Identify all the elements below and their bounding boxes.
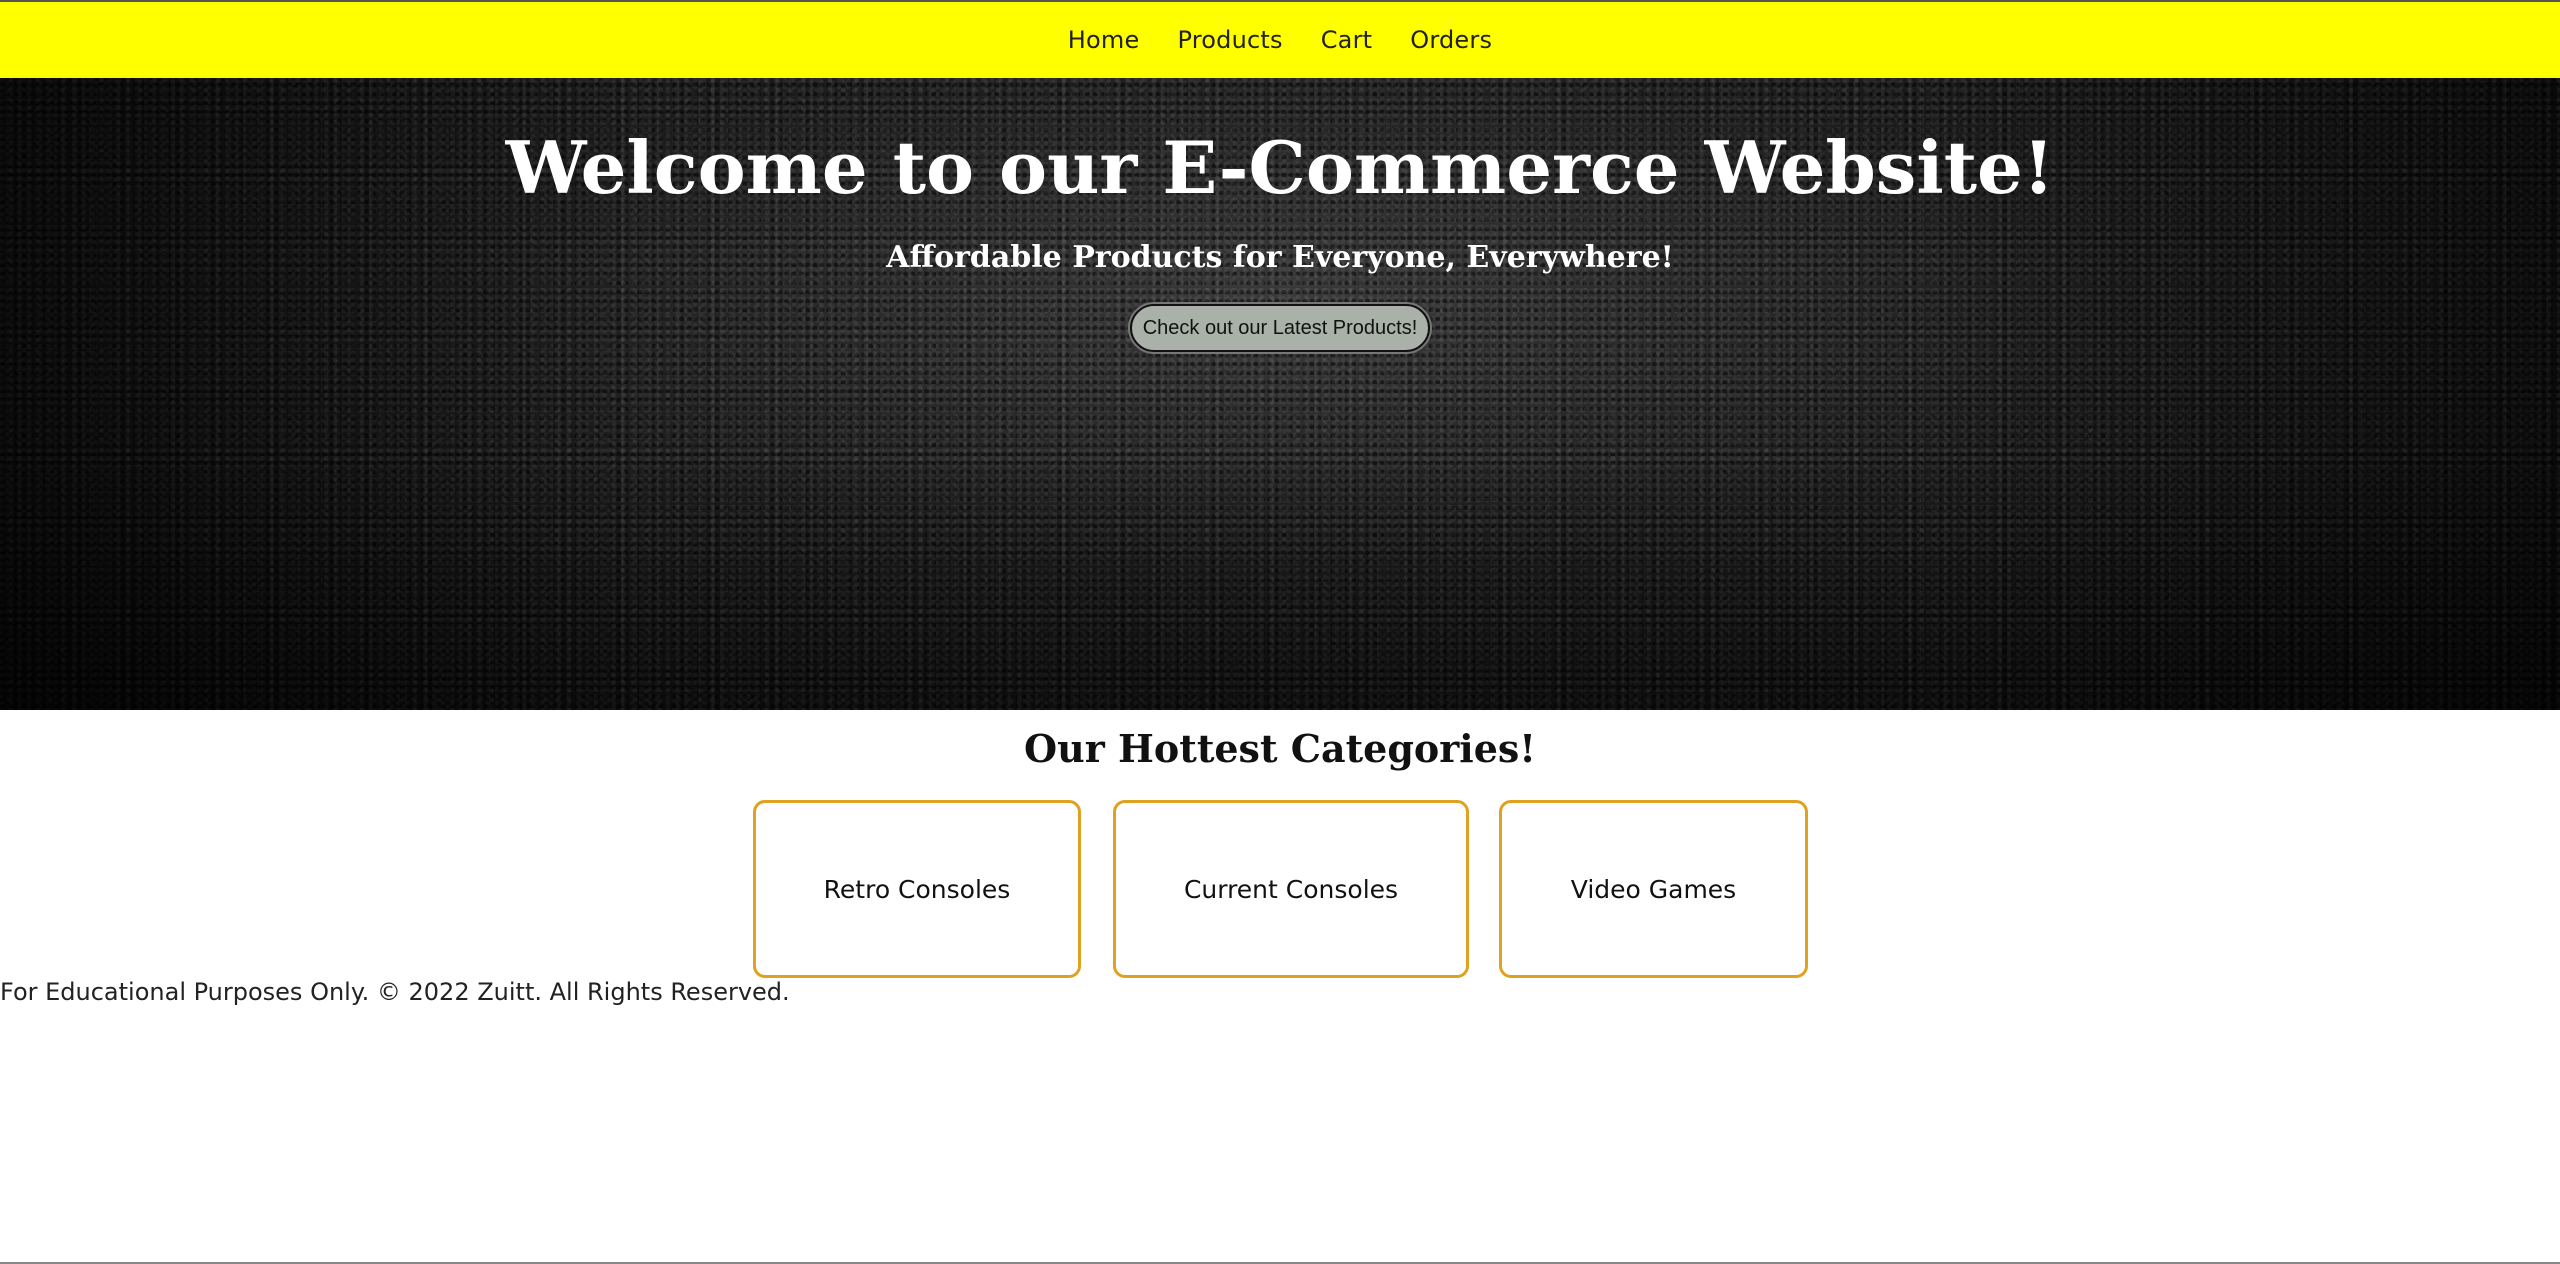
category-label: Retro Consoles: [823, 874, 1011, 904]
latest-products-button[interactable]: Check out our Latest Products!: [1130, 304, 1430, 352]
footer-text: For Educational Purposes Only. © 2022 Zu…: [0, 978, 790, 1006]
nav-link-orders[interactable]: Orders: [1410, 26, 1492, 54]
category-card-current-consoles[interactable]: Current Consoles: [1113, 800, 1469, 978]
nav-link-home[interactable]: Home: [1068, 26, 1140, 54]
hero-banner: Welcome to our E-Commerce Website! Affor…: [0, 78, 2560, 710]
category-card-video-games[interactable]: Video Games: [1499, 800, 1808, 978]
top-navbar: Home Products Cart Orders: [0, 2, 2560, 78]
category-card-retro-consoles[interactable]: Retro Consoles: [753, 800, 1081, 978]
categories-heading: Our Hottest Categories!: [1024, 726, 1536, 771]
nav-link-cart[interactable]: Cart: [1321, 26, 1373, 54]
category-label: Video Games: [1570, 874, 1737, 904]
category-label: Current Consoles: [1183, 874, 1399, 904]
nav-link-products[interactable]: Products: [1177, 26, 1282, 54]
hero-title: Welcome to our E-Commerce Website!: [505, 125, 2055, 210]
hero-subtitle: Affordable Products for Everyone, Everyw…: [886, 240, 1674, 275]
